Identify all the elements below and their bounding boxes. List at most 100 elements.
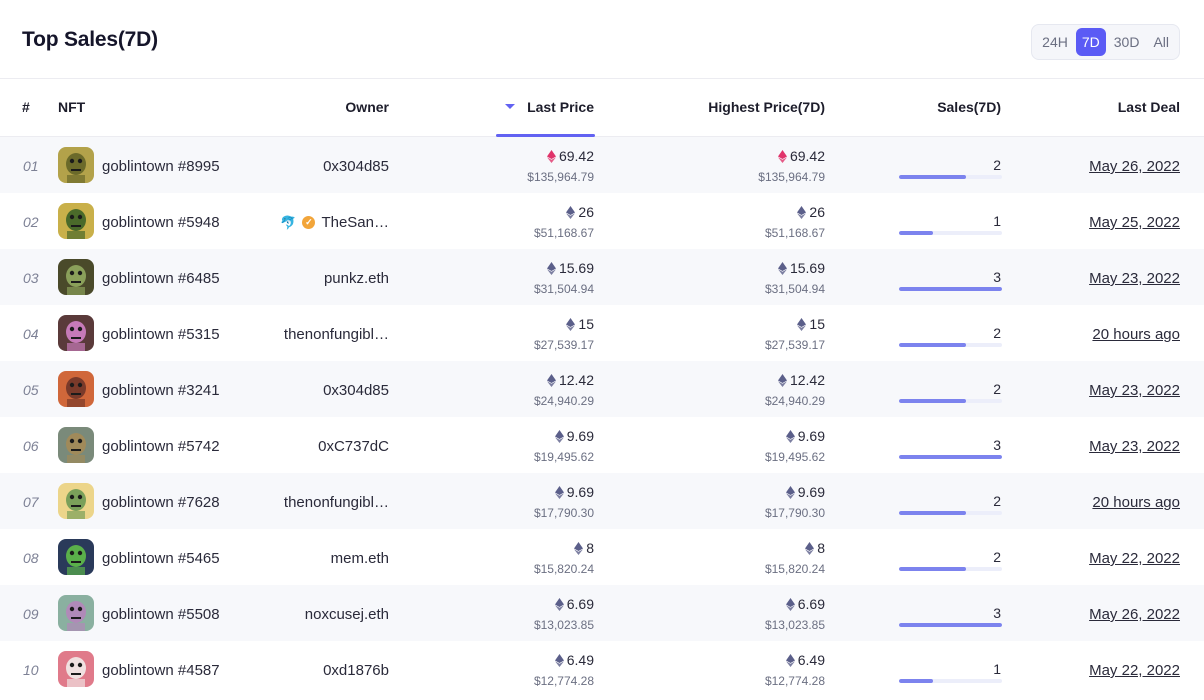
last-deal-link[interactable]: 20 hours ago [1092,494,1180,511]
eth-icon [554,653,564,667]
eth-icon [574,541,584,555]
owner-link[interactable]: thenonfungibl… [284,494,389,511]
range-30d-button[interactable]: 30D [1108,28,1146,56]
last-price-eth-value: 8 [586,540,594,556]
table-row[interactable]: 07 goblintown #7628 thenonfungibl… 9.69 $17,… [0,473,1204,529]
sales-bar-fill [899,399,966,403]
column-highest-price[interactable]: Highest Price(7D) [708,99,825,115]
sales-bar [899,287,1002,291]
dolphin-icon: 🐬 [280,214,297,230]
sales-count: 2 [993,549,1001,565]
nft-name-link[interactable]: goblintown #5742 [102,438,220,455]
last-price-eth: 12.42 [546,372,594,388]
column-sales[interactable]: Sales(7D) [937,99,1001,115]
table-row[interactable]: 04 goblintown #5315 thenonfungibl… 15 $27,53… [0,305,1204,361]
highest-price-eth-value: 8 [817,540,825,556]
highest-price-eth: 12.42 [777,372,825,388]
range-24h-button[interactable]: 24H [1036,28,1074,56]
highest-price-eth: 9.69 [785,484,825,500]
highest-price-eth-value: 15 [809,316,825,332]
sales-bar [899,679,1002,683]
last-price-usd: $17,790.30 [533,506,594,520]
last-deal-link[interactable]: May 25, 2022 [1089,214,1180,231]
nft-thumbnail[interactable] [58,203,94,239]
rank: 02 [23,214,39,230]
last-price-eth: 9.69 [554,484,594,500]
highest-price-eth-value: 9.69 [797,484,825,500]
nft-thumbnail[interactable] [58,315,94,351]
last-deal-link[interactable]: May 22, 2022 [1089,662,1180,679]
table-row[interactable]: 02 goblintown #5948 🐬 ✓ TheSan… 26 $51,168.67 2… [0,193,1204,249]
eth-icon [785,429,795,443]
owner: 🐬 ✓ TheSan… [280,214,389,231]
nft-thumbnail[interactable] [58,539,94,575]
last-price-eth: 6.69 [554,596,594,612]
nft-name-link[interactable]: goblintown #5315 [102,326,220,343]
nft-name-link[interactable]: goblintown #5948 [102,214,220,231]
owner-link[interactable]: 0x304d85 [323,382,389,399]
sales-bar-fill [899,679,933,683]
last-price-usd: $135,964.79 [527,170,594,184]
sales-count: 2 [993,325,1001,341]
range-all-button[interactable]: All [1147,28,1175,56]
last-deal-link[interactable]: May 23, 2022 [1089,382,1180,399]
owner-link[interactable]: noxcusej.eth [305,606,389,623]
owner-link[interactable]: 0xd1876b [323,662,389,679]
eth-icon [785,485,795,499]
owner-link[interactable]: TheSan… [321,214,389,231]
highest-price-usd: $31,504.94 [764,282,825,296]
nft-thumbnail[interactable] [58,651,94,687]
highest-price-eth-value: 69.42 [789,148,825,164]
table-row[interactable]: 05 goblintown #3241 0x304d85 12.42 $24,940.2… [0,361,1204,417]
column-last-price[interactable]: Last Price [496,99,595,137]
sales-count: 2 [993,157,1001,173]
column-last-price-label: Last Price [527,99,594,115]
nft-thumbnail[interactable] [58,427,94,463]
table-row[interactable]: 09 goblintown #5508 noxcusej.eth 6.69 $13,02… [0,585,1204,641]
owner-link[interactable]: punkz.eth [324,270,389,287]
owner-link[interactable]: 0xC737dC [318,438,389,455]
nft-name-link[interactable]: goblintown #5508 [102,606,220,623]
table-header: # NFT Owner Last Price Highest Price(7D)… [0,79,1204,137]
nft-name-link[interactable]: goblintown #4587 [102,662,220,679]
last-deal-link[interactable]: May 23, 2022 [1089,270,1180,287]
sales-bar-fill [899,567,966,571]
nft-thumbnail[interactable] [58,259,94,295]
table-row[interactable]: 08 goblintown #5465 mem.eth 8 $15,820.24 8 $15… [0,529,1204,585]
nft-thumbnail[interactable] [58,595,94,631]
nft-thumbnail[interactable] [58,483,94,519]
owner-link[interactable]: mem.eth [331,550,389,567]
sales-count: 1 [993,213,1001,229]
highest-price-eth: 9.69 [785,428,825,444]
nft-thumbnail[interactable] [58,371,94,407]
owner: thenonfungibl… [284,326,389,343]
column-last-deal[interactable]: Last Deal [1118,99,1180,115]
last-price-usd: $13,023.85 [533,618,594,632]
nft-name-link[interactable]: goblintown #8995 [102,158,220,175]
owner-link[interactable]: 0x304d85 [323,158,389,175]
range-7d-button[interactable]: 7D [1075,28,1106,56]
owner: noxcusej.eth [305,606,389,623]
highest-price-usd: $135,964.79 [758,170,825,184]
highest-price-usd: $12,774.28 [764,674,825,688]
last-deal-link[interactable]: May 26, 2022 [1089,606,1180,623]
table-row[interactable]: 01 goblintown #8995 0x304d85 69.42 $135,964.… [0,137,1204,193]
nft-name-link[interactable]: goblintown #6485 [102,270,220,287]
nft-thumbnail[interactable] [58,147,94,183]
last-deal-link[interactable]: May 23, 2022 [1089,438,1180,455]
nft-name-link[interactable]: goblintown #7628 [102,494,220,511]
last-deal-link[interactable]: 20 hours ago [1092,326,1180,343]
owner-link[interactable]: thenonfungibl… [284,326,389,343]
last-price-eth: 15.69 [546,260,594,276]
table-row[interactable]: 03 goblintown #6485 punkz.eth 15.69 $31,504.… [0,249,1204,305]
highest-price-eth: 8 [805,540,825,556]
rank: 01 [23,158,39,174]
rank: 06 [23,438,39,454]
table-row[interactable]: 06 goblintown #5742 0xC737dC 9.69 $19,495.62… [0,417,1204,473]
last-deal-link[interactable]: May 22, 2022 [1089,550,1180,567]
nft-name-link[interactable]: goblintown #3241 [102,382,220,399]
nft-name-link[interactable]: goblintown #5465 [102,550,220,567]
last-deal-link[interactable]: May 26, 2022 [1089,158,1180,175]
table-row[interactable]: 10 goblintown #4587 0xd1876b 6.49 $12,774.28… [0,641,1204,697]
sales-count: 2 [993,381,1001,397]
